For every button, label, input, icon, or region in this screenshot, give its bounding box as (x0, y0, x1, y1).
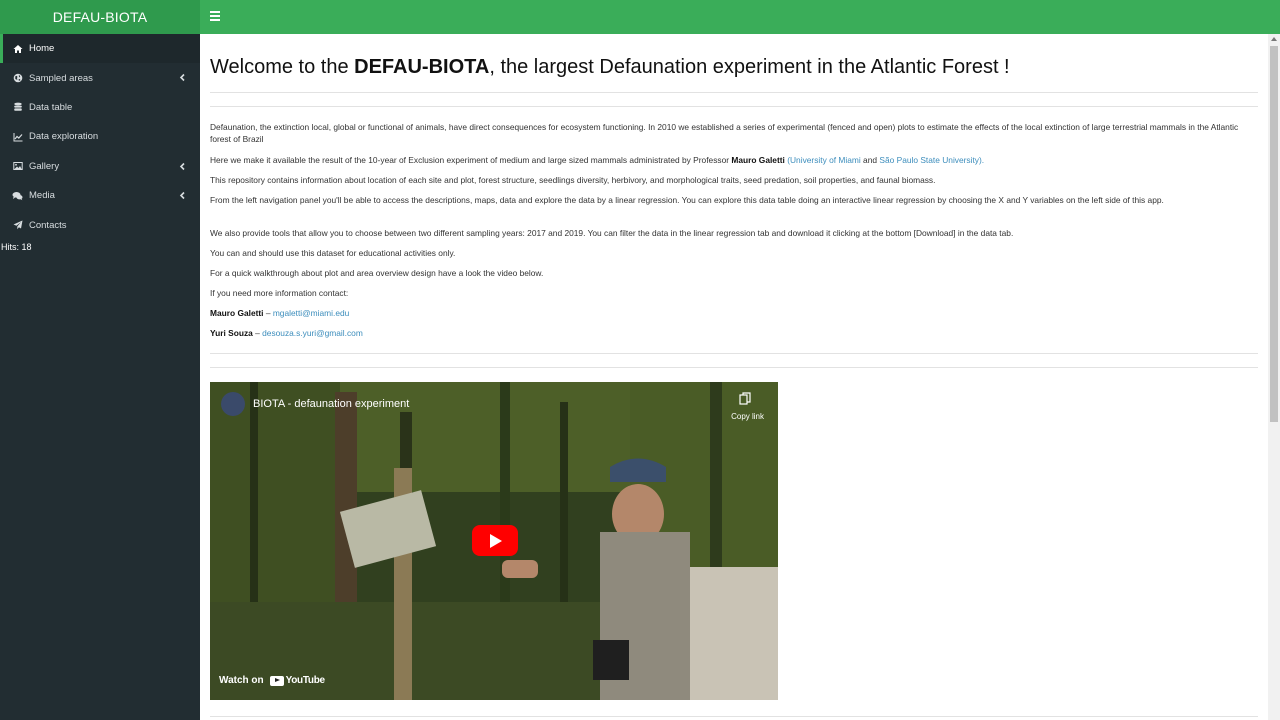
divider (210, 106, 1258, 107)
copy-link-icon[interactable] (739, 392, 751, 405)
navigation-paragraph: From the left navigation panel you'll be… (210, 195, 1164, 205)
channel-avatar[interactable] (221, 392, 245, 416)
title-brand: DEFAU-BIOTA (354, 56, 490, 78)
sidebar-item-data-table[interactable]: Data table (0, 93, 200, 122)
title-prefix: Welcome to the (210, 56, 355, 78)
home-icon (12, 43, 23, 54)
usage-paragraph: You can and should use this dataset for … (210, 248, 456, 258)
sidebar-item-media[interactable]: Media (0, 181, 200, 210)
top-navbar (200, 0, 1280, 34)
app-logo[interactable]: DEFAU-BIOTA (0, 0, 200, 34)
hits-counter: Hits: 18 (1, 241, 32, 252)
tools-paragraph: We also provide tools that allow you to … (210, 228, 1014, 238)
repository-paragraph: This repository contains information abo… (210, 175, 936, 185)
sidebar-item-label: Media (29, 190, 55, 202)
divider (210, 353, 1258, 354)
youtube-video-embed[interactable]: BIOTA - defaunation experiment Copy link… (210, 382, 778, 700)
sidebar-item-label: Sampled areas (29, 72, 93, 84)
sidebar-item-contacts[interactable]: Contacts (0, 210, 200, 239)
divider (210, 716, 1258, 717)
sao-paulo-university-link[interactable]: São Paulo State University (879, 155, 979, 165)
yuri-email-link[interactable]: desouza.s.yuri@gmail.com (262, 328, 363, 338)
app-title: DEFAU-BIOTA (52, 9, 148, 25)
page-scrollbar[interactable] (1268, 34, 1280, 720)
paren-close: ). (979, 155, 985, 165)
video-title[interactable]: BIOTA - defaunation experiment (253, 398, 409, 410)
sidebar-item-data-exploration[interactable]: Data exploration (0, 122, 200, 151)
line-chart-icon (12, 131, 23, 142)
watch-on-label: Watch on (219, 675, 264, 686)
contact-intro: If you need more information contact: (210, 288, 349, 298)
sidebar-item-home[interactable]: Home (0, 34, 200, 64)
sidebar-item-label: Gallery (29, 160, 60, 172)
intro-paragraph: Defaunation, the extinction local, globa… (210, 122, 1239, 144)
youtube-play-mark-icon (269, 675, 284, 686)
sidebar-item-label: Home (29, 43, 55, 55)
paper-plane-icon (12, 220, 23, 231)
contact-separator: – (252, 328, 263, 338)
page-title: Welcome to the DEFAU-BIOTA, the largest … (210, 56, 1010, 79)
watch-on-youtube-button[interactable]: Watch on YouTube (219, 675, 325, 686)
contact-separator: – (263, 308, 273, 318)
sidebar-item-sampled-areas[interactable]: Sampled areas (0, 63, 200, 92)
database-icon (12, 102, 23, 113)
comments-icon (12, 190, 23, 201)
image-icon (12, 161, 23, 172)
professor-name: Mauro Galetti (731, 155, 785, 165)
sidebar-item-label: Contacts (29, 219, 67, 231)
youtube-wordmark: YouTube (285, 675, 326, 686)
sidebar: Home Sampled areas Data table Data explo… (0, 34, 200, 720)
experiment-text: Here we make it available the result of … (210, 155, 732, 165)
university-of-miami-link[interactable]: University of Miami (790, 155, 861, 165)
divider (210, 367, 1258, 368)
main-content: Welcome to the DEFAU-BIOTA, the largest … (200, 34, 1268, 720)
experiment-paragraph: Here we make it available the result of … (210, 154, 1258, 166)
contact-name: Yuri Souza (210, 328, 253, 338)
sidebar-item-label: Data exploration (29, 131, 99, 143)
youtube-logo-icon: YouTube (269, 675, 326, 686)
sidebar-toggle-icon[interactable] (210, 11, 220, 21)
scrollbar-thumb[interactable] (1270, 46, 1278, 422)
chevron-left-icon (179, 162, 185, 170)
chevron-left-icon (179, 191, 185, 200)
contact-name: Mauro Galetti (210, 308, 264, 318)
globe-icon (12, 73, 23, 84)
contact-mauro: Mauro Galetti – mgaletti@miami.edu (210, 307, 1258, 319)
copy-link-label[interactable]: Copy link (731, 412, 764, 421)
scroll-up-icon[interactable] (1271, 37, 1277, 41)
sidebar-item-label: Data table (29, 101, 73, 113)
chevron-left-icon (179, 74, 185, 82)
sidebar-item-gallery[interactable]: Gallery (0, 152, 200, 181)
mauro-email-link[interactable]: mgaletti@miami.edu (273, 308, 349, 318)
walkthrough-paragraph: For a quick walkthrough about plot and a… (210, 268, 544, 278)
title-suffix: , the largest Defaunation experiment in … (489, 56, 1010, 78)
contact-yuri: Yuri Souza – desouza.s.yuri@gmail.com (210, 327, 1258, 339)
divider (210, 92, 1258, 93)
play-button[interactable] (472, 525, 518, 556)
and-text: and (860, 155, 880, 165)
